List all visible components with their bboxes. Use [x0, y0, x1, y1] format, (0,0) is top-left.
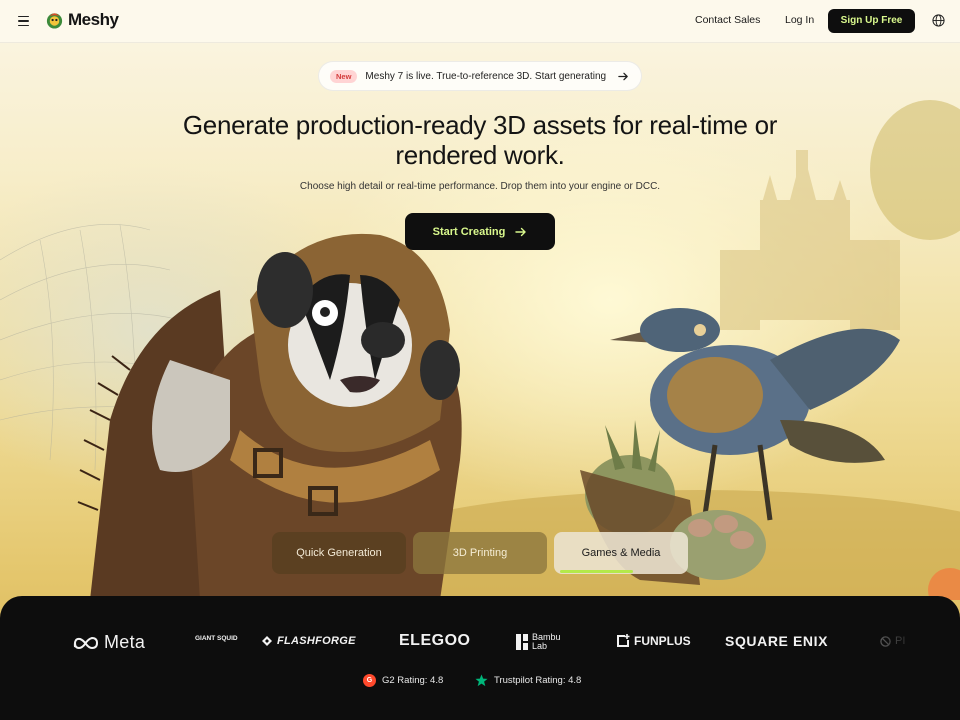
giant-squid-logo: GIANT SQUID — [195, 635, 238, 642]
meta-text: Meta — [104, 632, 146, 652]
globe-icon[interactable] — [932, 14, 945, 27]
arrow-right-icon — [515, 227, 527, 236]
g2-rating-text: G2 Rating: 4.8 — [382, 675, 444, 686]
partner-logo-band — [0, 596, 960, 720]
hero-headline: Generate production-ready 3D assets for … — [182, 110, 778, 170]
logo-text: Meshy — [68, 10, 119, 29]
meshy-logo[interactable]: Meshy — [45, 10, 119, 30]
bambu-lab-logo: Bambu Lab — [516, 633, 561, 651]
g2-rating: G G2 Rating: 4.8 — [363, 674, 443, 687]
elegoo-logo: ELEGOO — [399, 632, 471, 649]
trustpilot-rating: Trustpilot Rating: 4.8 — [475, 674, 581, 687]
new-badge: New — [330, 69, 358, 83]
login-link[interactable]: Log In — [785, 14, 814, 26]
funplus-icon — [617, 634, 630, 647]
meta-infinity-icon — [73, 636, 99, 649]
meshy-logo-icon — [46, 13, 63, 29]
bambu-text-2: Lab — [532, 641, 548, 651]
funplus-logo: FUNPLUS — [616, 634, 691, 648]
start-creating-label: Start Creating — [432, 225, 506, 238]
square-enix-logo: SQUARE ENIX — [725, 633, 829, 649]
flashforge-text: FLASHFORGE — [277, 635, 356, 647]
trustpilot-rating-text: Trustpilot Rating: 4.8 — [494, 675, 582, 686]
meta-logo: Meta — [72, 632, 145, 653]
logo-strip-fade — [860, 620, 960, 660]
tab-quick-generation[interactable]: Quick Generation — [272, 532, 406, 574]
hero-subheadline: Choose high detail or real-time performa… — [299, 181, 661, 192]
tab-3d-printing[interactable]: 3D Printing — [413, 532, 547, 574]
tab-label: Quick Generation — [296, 547, 382, 559]
trustpilot-star-icon — [475, 674, 488, 687]
signup-button[interactable]: Sign Up Free — [828, 9, 915, 33]
funplus-text: FUNPLUS — [634, 634, 691, 648]
tab-label: Games & Media — [581, 547, 661, 559]
contact-sales-link[interactable]: Contact Sales — [695, 14, 760, 26]
flashforge-logo: FLASHFORGE — [261, 635, 356, 647]
arrow-right-icon — [618, 72, 628, 81]
bambu-icon — [516, 634, 528, 650]
tab-games-media[interactable]: Games & Media — [554, 532, 688, 574]
tree-canopy — [870, 100, 960, 240]
menu-icon[interactable] — [15, 13, 33, 29]
announcement-pill[interactable]: New Meshy 7 is live. True-to-reference 3… — [318, 61, 642, 91]
tab-label: 3D Printing — [452, 547, 508, 559]
top-nav: Meshy Contact Sales Log In Sign Up Free — [0, 0, 960, 43]
flashforge-icon — [262, 636, 272, 646]
start-creating-button[interactable]: Start Creating — [405, 213, 555, 250]
g2-icon: G — [363, 674, 376, 687]
tab-progress-bar — [560, 570, 633, 573]
announcement-text: Meshy 7 is live. True-to-reference 3D. S… — [365, 70, 607, 82]
